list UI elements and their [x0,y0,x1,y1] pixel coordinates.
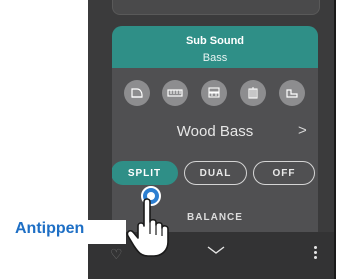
header-title: Sub Sound [185,35,245,47]
grand-piano-icon[interactable] [124,80,150,106]
sub-sound-header: Sub Sound Bass [112,26,318,68]
organ-icon[interactable] [201,80,227,106]
electric-piano-icon[interactable] [162,80,188,106]
header-subtitle: Bass [202,52,228,64]
off-button[interactable]: OFF [253,161,315,185]
previous-card [112,0,320,15]
split-button[interactable]: SPLIT [112,161,178,185]
chevron-right-icon[interactable]: > [298,122,307,139]
heart-icon[interactable]: ♡ [110,246,123,263]
more-options-icon[interactable] [314,246,318,262]
pointing-hand-icon [126,198,169,257]
dual-button[interactable]: DUAL [184,161,247,185]
instrument-icon-row [124,80,318,110]
harpsichord-icon[interactable] [279,80,305,106]
tap-instruction-label: Antippen [15,220,85,237]
strings-icon[interactable] [240,80,266,106]
chevron-down-icon[interactable] [207,242,225,260]
screenshot-stage: Sub Sound Bass Wood Bass > SPLIT DUAL OF… [0,0,348,279]
device-edge [334,0,336,279]
sound-name[interactable]: Wood Bass [112,123,318,140]
